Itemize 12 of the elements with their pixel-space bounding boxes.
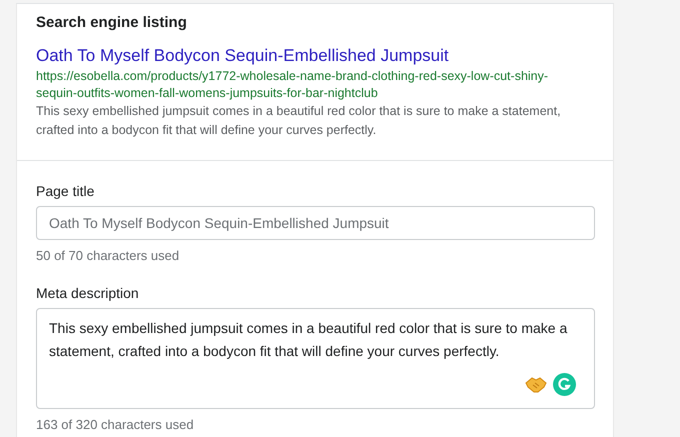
grammarly-icon[interactable] <box>553 373 576 396</box>
preview-title: Oath To Myself Bodycon Sequin-Embellished Jumpsuit <box>36 46 450 66</box>
preview-description: This sexy embellished jumpsuit comes in a beautiful red color that is sure to make a statement, crafted into a bodycon fit that will define your curves perfectly. <box>36 103 562 139</box>
character-counter: 50 of 70 characters used <box>36 248 180 263</box>
field-label: Page title <box>36 183 96 199</box>
field-label: Meta description <box>36 285 140 301</box>
character-counter: 163 of 320 characters used <box>36 417 195 432</box>
meta-description-field[interactable]: This sexy embellished jumpsuit comes in a beautiful red color that is sure to make a statement, crafted into a bodycon fit that will define your curves perfectly. <box>36 308 595 409</box>
preview-url: https://esobella.com/products/y1772-wholesale-name-brand-clothing-red-sexy-low-cut-shiny-sequin-outfits-women-fall-womens-jumpsuits-for-bar-nightclub <box>36 68 550 102</box>
handshake-icon <box>525 374 547 394</box>
page-title-field[interactable]: Oath To Myself Bodycon Sequin-Embellished Jumpsuit <box>36 206 595 240</box>
section-title: Search engine listing <box>36 14 188 31</box>
